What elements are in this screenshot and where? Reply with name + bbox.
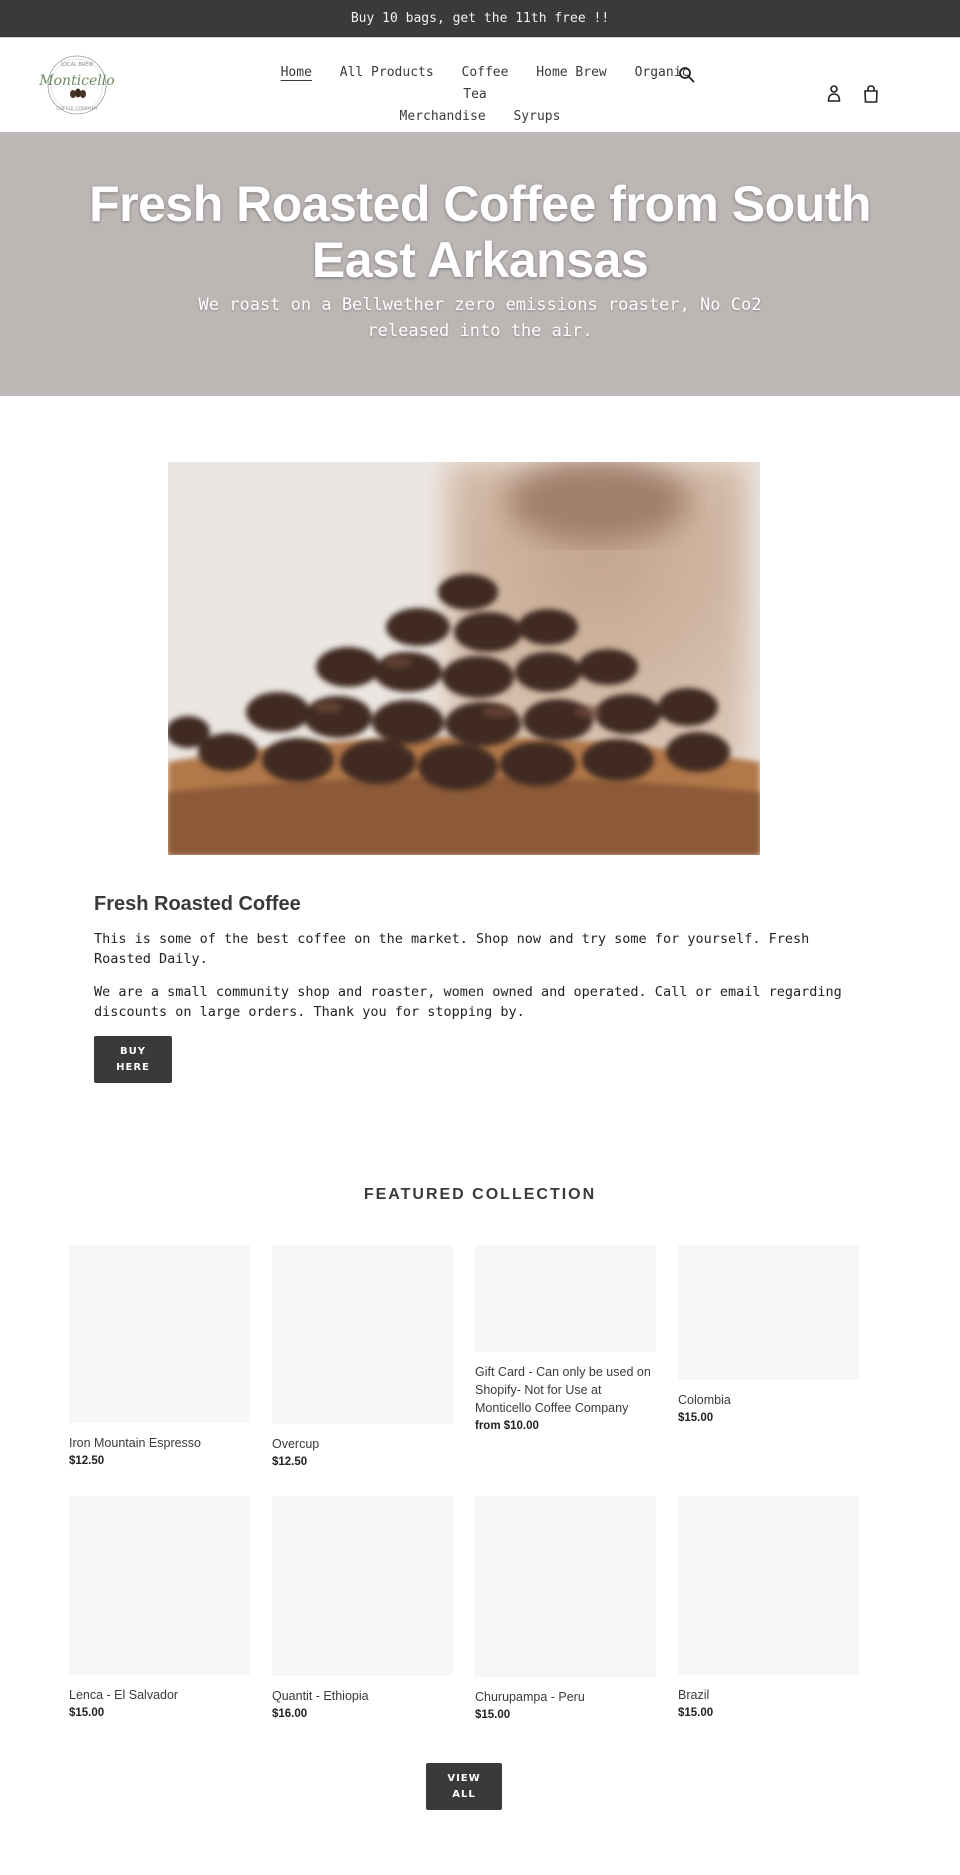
product-price: $15.00	[475, 1709, 511, 1721]
nav-item-merchandise[interactable]: Merchandise	[400, 109, 486, 124]
logo-top-text: LOCAL BREW	[61, 62, 94, 68]
product-name[interactable]: Brazil	[678, 1686, 859, 1704]
text-block-paragraph: This is some of the best coffee on the m…	[94, 931, 810, 967]
text-block-heading: Fresh Roasted Coffee	[94, 893, 301, 915]
product-image[interactable]	[69, 1496, 250, 1675]
product-price: $16.00	[272, 1708, 308, 1720]
product-image[interactable]	[272, 1245, 453, 1424]
logo-bottom-text: COFFEE COMPANY	[56, 106, 97, 112]
product-image[interactable]	[475, 1496, 656, 1677]
product-name[interactable]: Colombia	[678, 1391, 859, 1409]
product-card[interactable]: Overcup $12.50	[272, 1245, 453, 1471]
nav-item-home-brew[interactable]: Home Brew	[536, 65, 606, 80]
announcement-bar: Buy 10 bags, get the 11th free !!	[0, 0, 960, 37]
nav-row-1: Home All Products Coffee Home Brew Organ…	[250, 62, 710, 106]
nav-item-coffee[interactable]: Coffee	[462, 65, 509, 80]
product-price: $15.00	[678, 1707, 714, 1719]
featured-collection-title: FEATURED COLLECTION	[363, 1186, 597, 1203]
buy-here-button[interactable]: BUY HERE	[94, 1036, 172, 1083]
product-image[interactable]	[69, 1245, 250, 1423]
view-all-button[interactable]: VIEW ALL	[426, 1763, 502, 1810]
user-icon[interactable]	[826, 84, 842, 104]
product-card[interactable]: Quantit - Ethiopia $16.00	[272, 1496, 453, 1723]
product-image[interactable]	[678, 1496, 859, 1675]
nav-item-syrups[interactable]: Syrups	[513, 109, 560, 124]
announcement-text: Buy 10 bags, get the 11th free !!	[350, 11, 610, 26]
product-price: $12.50	[69, 1455, 105, 1467]
product-card[interactable]: Brazil $15.00	[678, 1496, 859, 1722]
main-nav: Home All Products Coffee Home Brew Organ…	[250, 62, 710, 128]
product-name[interactable]: Gift Card - Can only be used on Shopify-…	[475, 1363, 656, 1417]
search-icon[interactable]	[678, 66, 696, 84]
hero-title: Fresh Roasted Coffee from South East Ark…	[89, 176, 871, 288]
product-card[interactable]: Colombia $15.00	[678, 1245, 859, 1427]
product-card[interactable]: Churupampa - Peru $15.00	[475, 1496, 656, 1724]
product-name[interactable]: Churupampa - Peru	[475, 1688, 656, 1706]
product-image[interactable]	[272, 1496, 453, 1676]
product-name[interactable]: Lenca - El Salvador	[69, 1686, 250, 1704]
product-price: $12.50	[272, 1456, 308, 1468]
coffee-beans-illustration	[168, 462, 760, 855]
product-name[interactable]: Iron Mountain Espresso	[69, 1434, 250, 1452]
product-price: $15.00	[69, 1707, 105, 1719]
nav-row-2: Merchandise Syrups	[250, 106, 710, 128]
button-label: BUY	[120, 1045, 146, 1057]
product-image[interactable]	[475, 1245, 656, 1352]
logo-script-text: Monticello	[38, 73, 114, 89]
product-price: $15.00	[678, 1412, 714, 1424]
button-label: ALL	[452, 1788, 476, 1800]
nav-item-home[interactable]: Home	[281, 65, 312, 80]
button-label: HERE	[116, 1061, 150, 1073]
product-price: from $10.00	[475, 1420, 539, 1432]
hero-subtitle: We roast on a Bellwether zero emissions …	[198, 295, 762, 341]
product-image[interactable]	[678, 1245, 859, 1380]
logo[interactable]: LOCAL BREW Monticello COFFEE COMPANY	[38, 52, 116, 118]
product-card[interactable]: Lenca - El Salvador $15.00	[69, 1496, 250, 1722]
product-card[interactable]: Iron Mountain Espresso $12.50	[69, 1245, 250, 1470]
product-name[interactable]: Quantit - Ethiopia	[272, 1687, 453, 1705]
product-card[interactable]: Gift Card - Can only be used on Shopify-…	[475, 1245, 656, 1435]
cart-icon[interactable]	[863, 84, 879, 104]
logo-mark: LOCAL BREW Monticello COFFEE COMPANY	[38, 55, 115, 115]
button-label: VIEW	[447, 1772, 481, 1784]
divider	[0, 37, 960, 38]
text-block-paragraph: We are a small community shop and roaste…	[94, 984, 842, 1020]
coffee-beans-image	[168, 462, 760, 855]
nav-item-all-products[interactable]: All Products	[340, 65, 434, 80]
product-name[interactable]: Overcup	[272, 1435, 453, 1453]
